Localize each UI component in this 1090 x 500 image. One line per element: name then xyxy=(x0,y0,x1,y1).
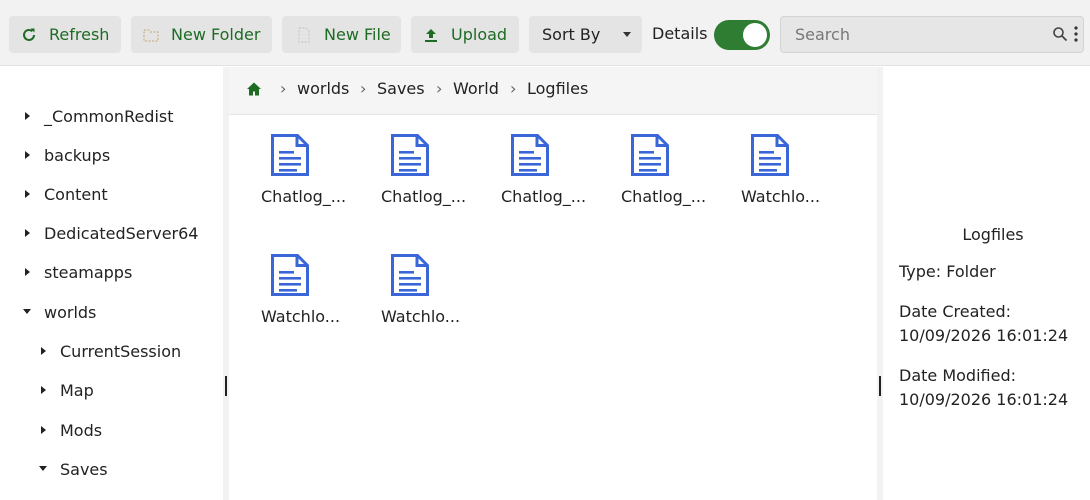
resize-handle[interactable] xyxy=(879,376,881,396)
tree-item-steamapps[interactable]: steamapps xyxy=(22,259,132,285)
more-vertical-icon[interactable] xyxy=(1072,24,1080,44)
file-item[interactable]: Chatlog_... xyxy=(605,116,706,216)
breadcrumb-separator: › xyxy=(280,79,287,98)
breadcrumb-world[interactable]: World xyxy=(453,79,499,98)
details-modified-value: 10/09/2026 16:01:24 xyxy=(899,390,1069,409)
file-item[interactable]: Chatlog_... xyxy=(365,116,466,216)
details-type: Type: Folder xyxy=(899,262,996,281)
details-title: Logfiles xyxy=(962,225,1024,244)
file-name: Chatlog_... xyxy=(501,187,587,206)
new-folder-label: New Folder xyxy=(171,25,261,44)
tree-item-backups[interactable]: backups xyxy=(22,142,110,168)
refresh-icon xyxy=(21,27,37,43)
document-icon xyxy=(271,254,309,296)
file-item[interactable]: Chatlog_... xyxy=(485,116,586,216)
tree-item-dedicatedserver64[interactable]: DedicatedServer64 xyxy=(22,220,198,246)
details-created-label: Date Created: xyxy=(899,302,1012,321)
details-panel: Logfiles Type: Folder Date Created: 10/0… xyxy=(883,67,1090,500)
tree-item-mods[interactable]: Mods xyxy=(38,417,102,443)
file-item[interactable]: Chatlog_... xyxy=(245,116,346,216)
breadcrumb: › worlds › Saves › World › Logfiles xyxy=(229,67,877,115)
details-modified-label: Date Modified: xyxy=(899,366,1016,385)
tree-item-label: CurrentSession xyxy=(60,341,182,361)
new-folder-button[interactable]: New Folder xyxy=(131,16,272,53)
folder-tree: _CommonRedist backups Content DedicatedS… xyxy=(4,67,223,500)
document-icon xyxy=(631,134,669,176)
tree-item-label: Map xyxy=(60,380,94,400)
refresh-label: Refresh xyxy=(49,25,110,44)
breadcrumb-logfiles[interactable]: Logfiles xyxy=(527,79,588,98)
search-icon[interactable] xyxy=(1052,26,1068,42)
tree-item-label: Content xyxy=(44,184,108,204)
expand-arrow-icon[interactable] xyxy=(22,227,34,239)
tree-item-label: _CommonRedist xyxy=(44,106,174,126)
collapse-arrow-icon[interactable] xyxy=(22,306,34,318)
tree-item-label: Mods xyxy=(60,420,103,440)
chevron-down-icon xyxy=(623,32,631,37)
refresh-button[interactable]: Refresh xyxy=(9,16,121,53)
tree-item-content[interactable]: Content xyxy=(22,181,108,207)
toggle-knob xyxy=(743,23,767,47)
new-file-label: New File xyxy=(324,25,391,44)
file-item[interactable]: Watchlo... xyxy=(365,236,465,336)
expand-arrow-icon[interactable] xyxy=(38,345,50,357)
expand-arrow-icon[interactable] xyxy=(22,266,34,278)
new-file-button[interactable]: New File xyxy=(282,16,401,53)
expand-arrow-icon[interactable] xyxy=(38,384,50,396)
expand-arrow-icon[interactable] xyxy=(22,188,34,200)
upload-icon xyxy=(423,27,439,43)
file-name: Watchlo... xyxy=(741,187,821,206)
breadcrumb-worlds[interactable]: worlds xyxy=(297,79,349,98)
details-toggle[interactable] xyxy=(714,20,770,50)
toolbar: Refresh New Folder New File Upload Sort … xyxy=(0,0,1090,66)
file-name: Watchlo... xyxy=(261,307,341,326)
home-icon[interactable] xyxy=(246,81,262,97)
upload-button[interactable]: Upload xyxy=(411,16,519,53)
document-icon xyxy=(751,134,789,176)
file-item[interactable]: Watchlo... xyxy=(245,236,345,336)
expand-arrow-icon[interactable] xyxy=(38,424,50,436)
file-name: Chatlog_... xyxy=(261,187,347,206)
tree-item-label: DedicatedServer64 xyxy=(44,223,199,243)
sort-by-label: Sort By xyxy=(542,25,601,44)
tree-item-worlds[interactable]: worlds xyxy=(22,299,96,325)
tree-item-currentsession[interactable]: CurrentSession xyxy=(38,338,181,364)
expand-arrow-icon[interactable] xyxy=(22,149,34,161)
file-grid: Chatlog_... Chatlog_... Chatlog_... Chat… xyxy=(229,116,877,500)
search-input[interactable] xyxy=(780,16,1084,53)
document-icon xyxy=(271,134,309,176)
file-item[interactable]: Watchlo... xyxy=(725,116,825,216)
details-created-value: 10/09/2026 16:01:24 xyxy=(899,326,1069,345)
file-name: Chatlog_... xyxy=(621,187,707,206)
file-name: Watchlo... xyxy=(381,307,461,326)
new-folder-icon xyxy=(143,27,159,43)
tree-item-saves[interactable]: Saves xyxy=(38,456,108,482)
new-file-icon xyxy=(296,26,312,43)
sort-by-dropdown[interactable]: Sort By xyxy=(529,16,642,53)
breadcrumb-separator: › xyxy=(360,79,367,98)
tree-item-map[interactable]: Map xyxy=(38,377,94,403)
tree-item-label: worlds xyxy=(44,302,97,322)
collapse-arrow-icon[interactable] xyxy=(38,463,50,475)
breadcrumb-separator: › xyxy=(436,79,443,98)
document-icon xyxy=(511,134,549,176)
resize-handle[interactable] xyxy=(225,376,227,396)
document-icon xyxy=(391,254,429,296)
breadcrumb-separator: › xyxy=(510,79,517,98)
tree-item-commonredist[interactable]: _CommonRedist xyxy=(22,103,174,129)
breadcrumb-saves[interactable]: Saves xyxy=(377,79,425,98)
expand-arrow-icon[interactable] xyxy=(22,110,34,122)
tree-item-label: steamapps xyxy=(44,262,133,282)
tree-item-label: Saves xyxy=(60,459,108,479)
details-toggle-label: Details xyxy=(652,24,708,43)
document-icon xyxy=(391,134,429,176)
upload-label: Upload xyxy=(451,25,508,44)
file-name: Chatlog_... xyxy=(381,187,467,206)
tree-item-label: backups xyxy=(44,145,111,165)
